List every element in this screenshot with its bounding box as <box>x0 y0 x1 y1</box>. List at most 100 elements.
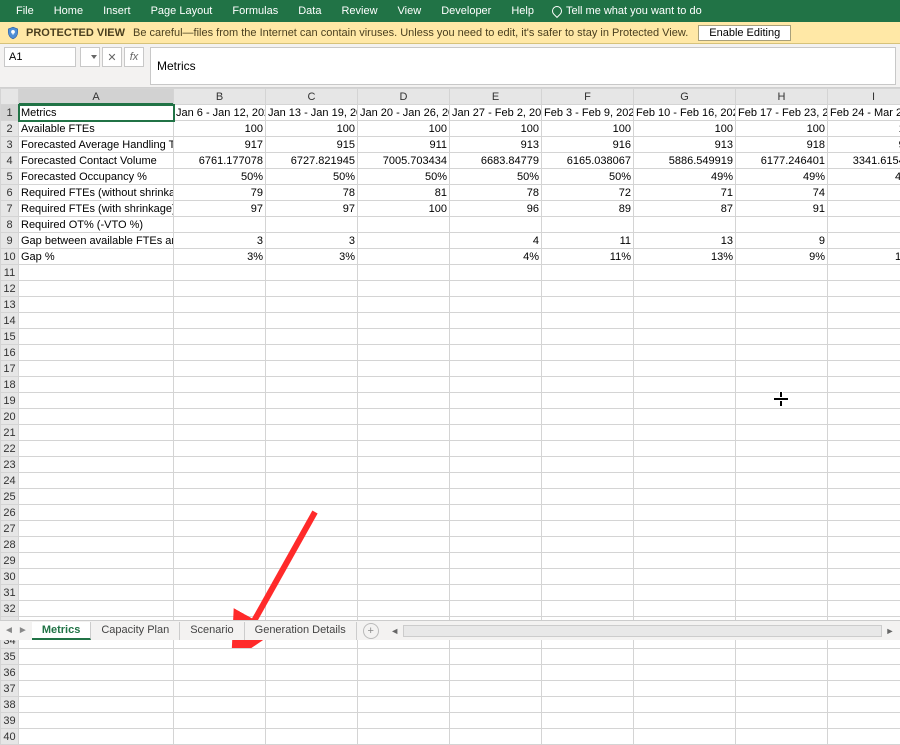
row-header[interactable]: 27 <box>1 521 19 537</box>
row-header[interactable]: 23 <box>1 457 19 473</box>
horizontal-scrollbar[interactable]: ◄ ► <box>385 625 900 637</box>
cell[interactable] <box>634 457 736 473</box>
cell[interactable] <box>19 665 174 681</box>
cell[interactable]: 13 <box>634 233 736 249</box>
cell[interactable] <box>828 473 900 489</box>
row-header[interactable]: 15 <box>1 329 19 345</box>
cell[interactable] <box>634 377 736 393</box>
fx-button[interactable]: fx <box>124 47 144 67</box>
row-header[interactable]: 39 <box>1 713 19 729</box>
cell[interactable] <box>634 345 736 361</box>
row-header[interactable]: 14 <box>1 313 19 329</box>
cell[interactable] <box>174 729 266 745</box>
cell[interactable] <box>542 265 634 281</box>
cell[interactable] <box>19 713 174 729</box>
cell[interactable] <box>736 569 828 585</box>
cell[interactable] <box>736 377 828 393</box>
cell[interactable] <box>174 457 266 473</box>
cell[interactable] <box>736 521 828 537</box>
row-header[interactable]: 32 <box>1 601 19 617</box>
cell[interactable] <box>358 665 450 681</box>
cell[interactable]: Feb 10 - Feb 16, 2022 <box>634 105 736 121</box>
cell[interactable] <box>450 729 542 745</box>
cell[interactable]: 100 <box>450 121 542 137</box>
cell[interactable] <box>358 441 450 457</box>
row-header[interactable]: 11 <box>1 265 19 281</box>
sheet-tab-capacity-plan[interactable]: Capacity Plan <box>91 622 180 640</box>
row-header[interactable]: 10 <box>1 249 19 265</box>
cell[interactable] <box>174 297 266 313</box>
cell[interactable] <box>174 441 266 457</box>
cell[interactable]: 85 <box>828 201 900 217</box>
cell[interactable] <box>828 553 900 569</box>
cell[interactable] <box>634 393 736 409</box>
cell[interactable]: 97 <box>266 201 358 217</box>
cell[interactable] <box>358 425 450 441</box>
cell[interactable] <box>736 585 828 601</box>
cell[interactable] <box>542 281 634 297</box>
cell[interactable] <box>542 313 634 329</box>
cell[interactable] <box>266 297 358 313</box>
cell[interactable] <box>828 665 900 681</box>
cell[interactable] <box>450 681 542 697</box>
name-box-dropdown[interactable] <box>80 47 100 67</box>
cell[interactable] <box>174 313 266 329</box>
cell[interactable] <box>828 697 900 713</box>
cell[interactable]: 79 <box>174 185 266 201</box>
row-header[interactable]: 21 <box>1 425 19 441</box>
cell[interactable] <box>174 681 266 697</box>
cell[interactable] <box>358 521 450 537</box>
col-header-G[interactable]: G <box>634 89 736 105</box>
cell[interactable]: Metrics <box>19 105 174 121</box>
cell[interactable]: 50% <box>450 169 542 185</box>
row-header[interactable]: 19 <box>1 393 19 409</box>
cell[interactable]: Forecasted Occupancy % <box>19 169 174 185</box>
cell[interactable]: Jan 20 - Jan 26, 2022 <box>358 105 450 121</box>
cell[interactable] <box>736 729 828 745</box>
cell[interactable] <box>450 505 542 521</box>
cell[interactable]: 78 <box>450 185 542 201</box>
cell[interactable] <box>266 409 358 425</box>
cell[interactable] <box>542 601 634 617</box>
cell[interactable] <box>174 393 266 409</box>
cell[interactable] <box>634 681 736 697</box>
cell[interactable] <box>450 329 542 345</box>
cell[interactable]: 100 <box>634 121 736 137</box>
cell[interactable]: 911 <box>358 137 450 153</box>
cell[interactable] <box>174 553 266 569</box>
cell[interactable] <box>19 569 174 585</box>
cell[interactable] <box>19 409 174 425</box>
cell[interactable] <box>19 681 174 697</box>
spreadsheet-grid[interactable]: ABCDEFGHI 1MetricsJan 6 - Jan 12, 2022Ja… <box>0 88 900 745</box>
cell[interactable] <box>736 473 828 489</box>
cell[interactable]: 78 <box>266 185 358 201</box>
cell[interactable] <box>266 681 358 697</box>
cell[interactable] <box>828 649 900 665</box>
cell[interactable]: Forecasted Contact Volume <box>19 153 174 169</box>
cell[interactable] <box>828 457 900 473</box>
cell[interactable] <box>634 585 736 601</box>
cell[interactable] <box>174 665 266 681</box>
cell[interactable] <box>174 361 266 377</box>
cell[interactable]: 100 <box>358 201 450 217</box>
cell[interactable]: 97 <box>174 201 266 217</box>
cell[interactable] <box>358 681 450 697</box>
cell[interactable] <box>634 425 736 441</box>
cell[interactable]: Jan 13 - Jan 19, 2022 <box>266 105 358 121</box>
sheet-tab-scenario[interactable]: Scenario <box>180 622 244 640</box>
row-header[interactable]: 20 <box>1 409 19 425</box>
cell[interactable] <box>266 265 358 281</box>
cell[interactable] <box>634 697 736 713</box>
cell[interactable] <box>358 569 450 585</box>
cell[interactable] <box>634 553 736 569</box>
cell[interactable] <box>450 345 542 361</box>
cell[interactable] <box>358 377 450 393</box>
cell[interactable] <box>450 217 542 233</box>
cell[interactable] <box>266 329 358 345</box>
cell[interactable] <box>358 553 450 569</box>
row-header[interactable]: 1 <box>1 105 19 121</box>
row-header[interactable]: 4 <box>1 153 19 169</box>
cell[interactable] <box>358 537 450 553</box>
cell[interactable]: 15% <box>828 249 900 265</box>
cell[interactable] <box>174 409 266 425</box>
